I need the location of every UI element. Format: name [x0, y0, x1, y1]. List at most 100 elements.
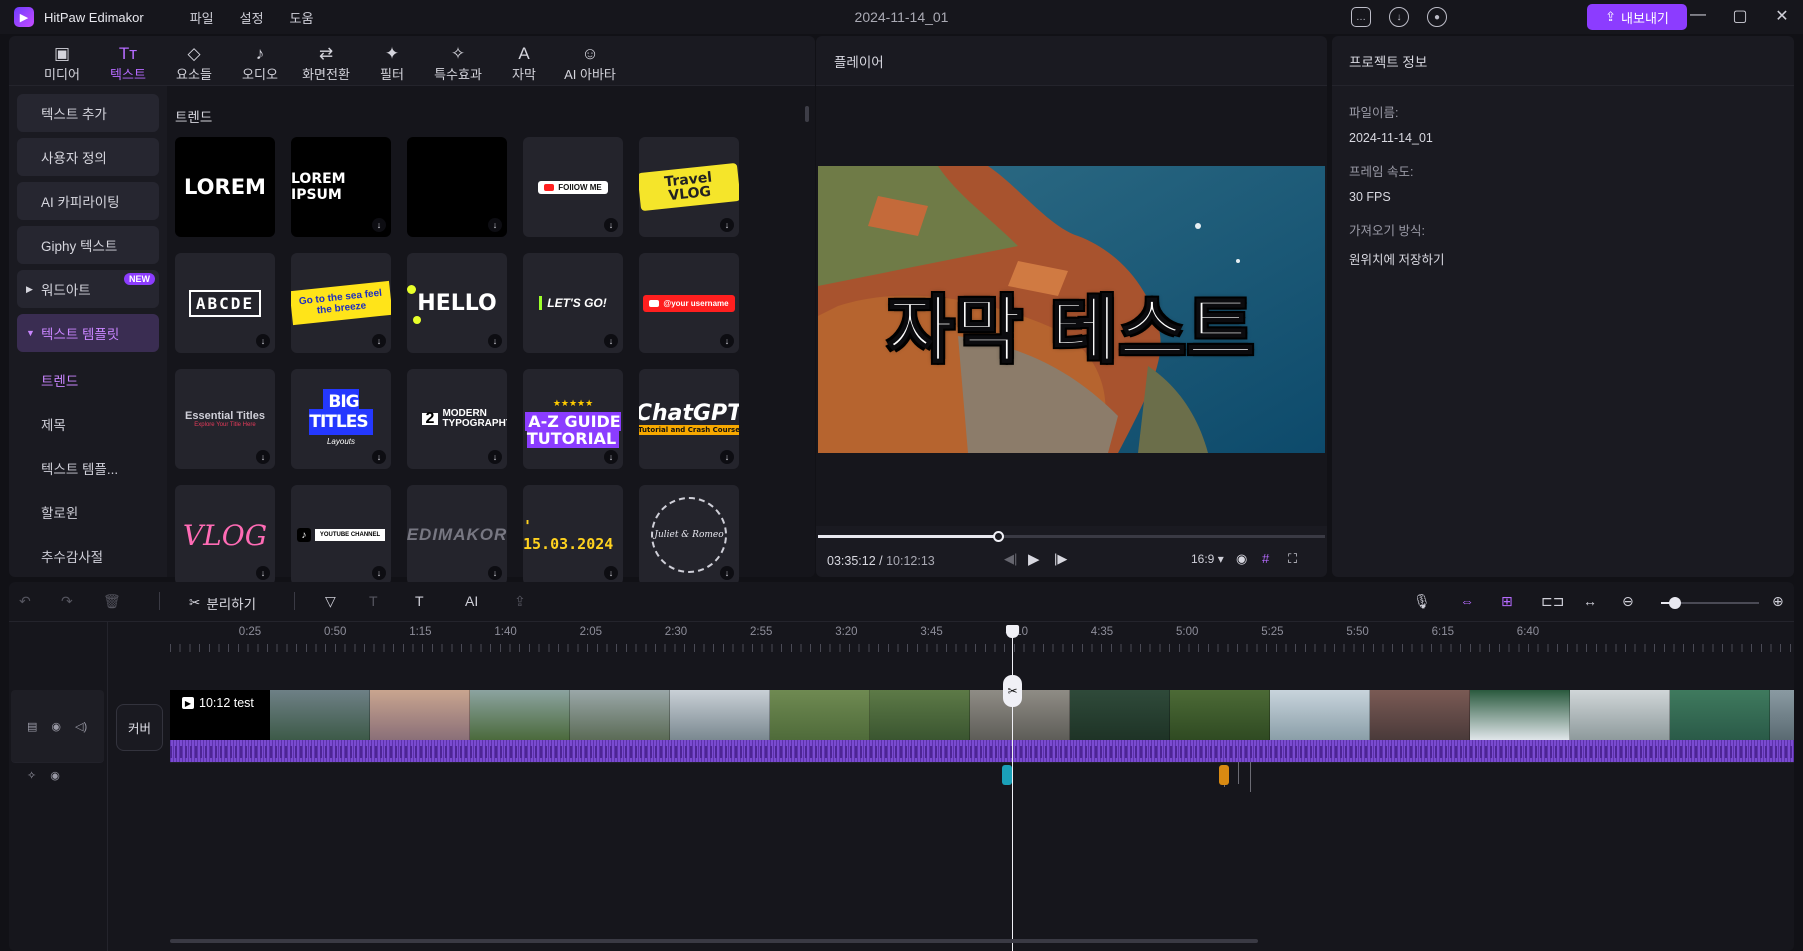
download-icon[interactable]: ↓	[720, 218, 734, 232]
menu-help[interactable]: 도움	[290, 8, 314, 27]
download-icon[interactable]: ↓	[372, 334, 386, 348]
download-icon[interactable]: ↓	[488, 334, 502, 348]
template-card[interactable]: VLOG ↓	[175, 485, 275, 585]
menu-settings[interactable]: 설정	[240, 8, 264, 27]
undo-icon[interactable]: ↶	[19, 593, 31, 610]
template-card[interactable]: LET'S GO! ↓	[523, 253, 623, 353]
split-button[interactable]: ✂ 분리하기	[189, 593, 256, 613]
eye-icon[interactable]: ◉	[50, 769, 60, 782]
tab-effects[interactable]: ✧ 특수효과	[425, 36, 491, 85]
template-card[interactable]: FOllOW ME ↓	[523, 137, 623, 237]
film-icon[interactable]: ▤	[27, 720, 37, 733]
template-card[interactable]: ChatGPT Tutorial and Crash Course ↓	[639, 369, 739, 469]
download-icon[interactable]: ↓	[256, 450, 270, 464]
download-icon[interactable]: ↓	[604, 566, 618, 580]
zoom-handle[interactable]	[1668, 597, 1681, 609]
magic-icon[interactable]: ✧	[27, 769, 36, 782]
menu-file[interactable]: 파일	[190, 8, 214, 27]
playhead-handle[interactable]	[1006, 625, 1019, 638]
account-icon[interactable]: ●	[1427, 7, 1447, 27]
next-frame-icon[interactable]: |▶	[1054, 551, 1067, 567]
eye-icon[interactable]: ◉	[51, 720, 61, 733]
download-icon[interactable]: ↓	[488, 450, 502, 464]
template-card[interactable]: ↓	[407, 137, 507, 237]
sidebar-giphy-text[interactable]: Giphy 텍스트	[17, 226, 159, 264]
microphone-icon[interactable]: 🎙	[1413, 593, 1431, 610]
delete-icon[interactable]: 🗑	[103, 593, 121, 610]
tab-elements[interactable]: ◇ 요소들	[161, 36, 227, 85]
ai-subtitle-icon[interactable]: AI	[465, 593, 478, 609]
maximize-icon[interactable]: ▢	[1731, 6, 1749, 26]
tab-ai-avatar[interactable]: ☺ AI 아바타	[557, 36, 623, 85]
template-card[interactable]: HELLO ↓	[407, 253, 507, 353]
template-card[interactable]: EDIMAKOR ↓	[407, 485, 507, 585]
tab-media[interactable]: ▣ 미디어	[29, 36, 95, 85]
tab-text[interactable]: Tᴛ 텍스트	[95, 36, 161, 85]
speaker-icon[interactable]: ◁)	[75, 720, 87, 733]
template-card[interactable]: Juliet & Romeo ↓	[639, 485, 739, 585]
fit-icon[interactable]: ↔	[1583, 593, 1597, 609]
redo-icon[interactable]: ↷	[61, 593, 73, 610]
template-card[interactable]: ABCDE ↓	[175, 253, 275, 353]
sidebar-custom[interactable]: 사용자 정의	[17, 138, 159, 176]
download-icon[interactable]: ↓	[372, 566, 386, 580]
feedback-icon[interactable]: …	[1351, 7, 1371, 27]
download-icon[interactable]: ↓	[604, 450, 618, 464]
marker-icon[interactable]: ▽	[325, 593, 336, 610]
download-icon[interactable]: ↓	[720, 566, 734, 580]
sidebar-item-text-template[interactable]: 텍스트 템플...	[17, 446, 159, 490]
minimize-icon[interactable]: —	[1689, 6, 1707, 26]
keyframe-marker[interactable]	[1219, 765, 1229, 785]
progress-handle[interactable]	[992, 531, 1004, 542]
snapshot-icon[interactable]: ◉	[1236, 551, 1247, 567]
sidebar-item-title[interactable]: 제목	[17, 402, 159, 446]
tab-transition[interactable]: ⇄ 화면전환	[293, 36, 359, 85]
snap-icon[interactable]: ⊞	[1501, 593, 1513, 610]
play-icon[interactable]: ▶	[1028, 550, 1040, 568]
grid-icon[interactable]: #	[1262, 551, 1269, 566]
template-card[interactable]: Go to the sea feel the breeze ↓	[291, 253, 391, 353]
template-scrollbar[interactable]	[805, 106, 809, 122]
sidebar-item-thanksgiving[interactable]: 추수감사절	[17, 534, 159, 577]
add-text-icon[interactable]: T	[415, 593, 424, 609]
link-icon[interactable]: ⇔	[1460, 593, 1474, 609]
split-view-icon[interactable]: ⊏⊐	[1541, 593, 1564, 610]
download-icon[interactable]: ↓	[372, 450, 386, 464]
tab-subtitle[interactable]: A 자막	[491, 36, 557, 85]
download-icon[interactable]: ↓	[720, 450, 734, 464]
sidebar-ai-copywriting[interactable]: AI 카피라이팅	[17, 182, 159, 220]
template-card[interactable]: ♪ YOUTUBE CHANNEL ↓	[291, 485, 391, 585]
keyframe-marker[interactable]	[1002, 765, 1012, 785]
template-card[interactable]: LOREM	[175, 137, 275, 237]
download-icon[interactable]: ↓	[720, 334, 734, 348]
prev-frame-icon[interactable]: ◀|	[1004, 551, 1017, 567]
template-card[interactable]: BIG TITLES Layouts ↓	[291, 369, 391, 469]
download-icon[interactable]: ↓	[488, 566, 502, 580]
download-icon[interactable]: ↓	[256, 566, 270, 580]
template-card[interactable]: Travel VLOG ↓	[639, 137, 739, 237]
close-icon[interactable]: ✕	[1773, 6, 1791, 26]
sidebar-wordart[interactable]: ▶ 워드아트 NEW	[17, 270, 159, 308]
fullscreen-icon[interactable]: ⛶	[1288, 551, 1297, 567]
export-button[interactable]: ⇪ 내보내기	[1587, 4, 1687, 30]
tab-filter[interactable]: ✦ 필터	[359, 36, 425, 85]
scissors-icon[interactable]: ✂	[1003, 675, 1022, 707]
cover-button[interactable]: 커버	[116, 704, 163, 751]
zoom-slider[interactable]	[1661, 597, 1759, 609]
zoom-in-icon[interactable]: ⊕	[1772, 593, 1784, 610]
download-icon[interactable]: ↓	[604, 218, 618, 232]
sidebar-add-text[interactable]: 텍스트 추가	[17, 94, 159, 132]
sidebar-item-trend[interactable]: 트렌드	[17, 358, 159, 402]
download-icon[interactable]: ↓	[604, 334, 618, 348]
subtitle-overlay[interactable]: 자막 테스트	[818, 271, 1325, 376]
template-card[interactable]: LOREM IPSUM ↓	[291, 137, 391, 237]
sidebar-item-halloween[interactable]: 할로윈	[17, 490, 159, 534]
template-card[interactable]: 2 MODERN TYPOGRAPHY ↓	[407, 369, 507, 469]
template-card[interactable]: Essential Titles Explore Your Title Here ↓	[175, 369, 275, 469]
time-ruler[interactable]: 0:250:501:151:402:052:302:553:203:454:10…	[170, 622, 1794, 652]
template-card[interactable]: @your username ↓	[639, 253, 739, 353]
playback-progress[interactable]	[818, 531, 1325, 542]
video-preview[interactable]: 자막 테스트	[818, 166, 1325, 453]
aspect-ratio-select[interactable]: 16:9 ▾	[1191, 552, 1224, 566]
download-icon[interactable]: ↓	[1389, 7, 1409, 27]
